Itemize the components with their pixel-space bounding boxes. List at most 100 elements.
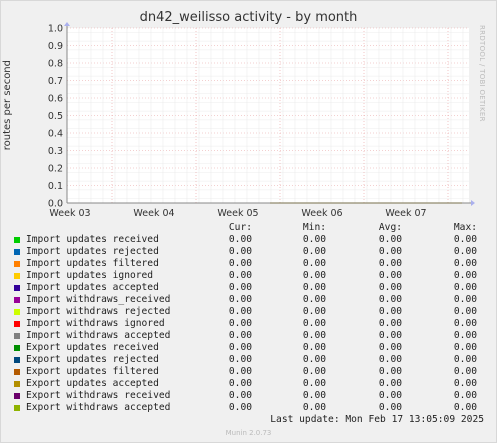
legend-swatch xyxy=(14,321,20,327)
x-tick-label: Week 06 xyxy=(301,208,342,219)
legend-value-max: 0.00 xyxy=(453,342,477,353)
legend-value-avg: 0.00 xyxy=(378,354,402,365)
y-tick-label: 0.2 xyxy=(48,164,63,175)
legend-header-avg: Avg: xyxy=(378,222,402,233)
y-axis-arrow xyxy=(64,22,70,26)
legend-series-name: Export updates received xyxy=(26,342,159,353)
munin-version: Munin 2.0.73 xyxy=(225,429,272,437)
legend-value-avg: 0.00 xyxy=(378,342,402,353)
legend-value-min: 0.00 xyxy=(302,258,326,269)
legend-value-max: 0.00 xyxy=(453,234,477,245)
legend-value-avg: 0.00 xyxy=(378,234,402,245)
legend-value-cur: 0.00 xyxy=(228,270,252,281)
legend-value-avg: 0.00 xyxy=(378,390,402,401)
legend-row: Import updates ignored 0.00 0.00 0.00 0.00 xyxy=(0,270,497,282)
legend-swatch xyxy=(14,309,20,315)
legend-header-max: Max: xyxy=(453,222,477,233)
legend-swatch xyxy=(14,381,20,387)
legend-swatch xyxy=(14,273,20,279)
legend-value-cur: 0.00 xyxy=(228,390,252,401)
legend-value-max: 0.00 xyxy=(453,402,477,413)
legend-value-cur: 0.00 xyxy=(228,342,252,353)
legend-swatch xyxy=(14,405,20,411)
legend-value-max: 0.00 xyxy=(453,270,477,281)
legend-value-max: 0.00 xyxy=(453,366,477,377)
legend-value-max: 0.00 xyxy=(453,318,477,329)
legend-value-max: 0.00 xyxy=(453,378,477,389)
legend-value-avg: 0.00 xyxy=(378,318,402,329)
legend-series-name: Import updates accepted xyxy=(26,282,159,293)
y-tick-label: 0.6 xyxy=(48,94,63,105)
legend-series-name: Import withdraws rejected xyxy=(26,306,171,317)
legend-row: Export updates accepted 0.00 0.00 0.00 0.00 xyxy=(0,378,497,390)
y-tick-label: 0.5 xyxy=(48,111,63,122)
y-tick-label: 0.1 xyxy=(48,181,63,192)
legend-value-avg: 0.00 xyxy=(378,378,402,389)
legend-value-cur: 0.00 xyxy=(228,294,252,305)
x-axis-arrow xyxy=(471,200,475,206)
legend-value-avg: 0.00 xyxy=(378,246,402,257)
legend-value-cur: 0.00 xyxy=(228,366,252,377)
legend-value-max: 0.00 xyxy=(453,294,477,305)
legend-header-cur: Cur: xyxy=(228,222,252,233)
legend-row: Import updates accepted 0.00 0.00 0.00 0.00 xyxy=(0,282,497,294)
legend-row: Export withdraws accepted 0.00 0.00 0.00 0.0… xyxy=(0,402,497,414)
legend-value-max: 0.00 xyxy=(453,354,477,365)
legend-series-name: Import updates ignored xyxy=(26,270,154,281)
legend-swatch xyxy=(14,297,20,303)
legend-row: Import updates filtered 0.00 0.00 0.00 0.00 xyxy=(0,258,497,270)
legend-row: Import withdraws ignored 0.00 0.00 0.00 0.00 xyxy=(0,318,497,330)
x-tick-label: Week 03 xyxy=(49,208,90,219)
legend-row: Export updates rejected 0.00 0.00 0.00 0.00 xyxy=(0,354,497,366)
legend-value-avg: 0.00 xyxy=(378,294,402,305)
legend-swatch xyxy=(14,369,20,375)
legend-value-avg: 0.00 xyxy=(378,402,402,413)
legend-row: Import updates rejected 0.00 0.00 0.00 0.00 xyxy=(0,246,497,258)
legend-value-min: 0.00 xyxy=(302,282,326,293)
x-tick-label: Week 04 xyxy=(133,208,174,219)
legend-series-name: Export updates filtered xyxy=(26,366,159,377)
legend-swatch xyxy=(14,345,20,351)
chart-plot: 0.00.10.20.30.40.50.60.70.80.91.0Week 03… xyxy=(48,22,475,219)
legend-swatch xyxy=(14,357,20,363)
legend-value-min: 0.00 xyxy=(302,294,326,305)
legend-value-min: 0.00 xyxy=(302,318,326,329)
x-tick-label: Week 07 xyxy=(385,208,426,219)
legend-swatch xyxy=(14,249,20,255)
legend-value-min: 0.00 xyxy=(302,234,326,245)
legend-value-min: 0.00 xyxy=(302,270,326,281)
legend-series-name: Export updates rejected xyxy=(26,354,159,365)
last-update: Last update: Mon Feb 17 13:05:09 2025 xyxy=(270,414,484,425)
legend-row: Import withdraws rejected 0.00 0.00 0.00 0.0… xyxy=(0,306,497,318)
legend-header: Cur: Min: Avg: Max: xyxy=(0,222,497,234)
legend-header-min: Min: xyxy=(302,222,326,233)
legend-value-max: 0.00 xyxy=(453,306,477,317)
y-tick-label: 1.0 xyxy=(48,24,63,35)
legend-value-avg: 0.00 xyxy=(378,270,402,281)
legend-value-max: 0.00 xyxy=(453,390,477,401)
legend-row: Import withdraws accepted 0.00 0.00 0.00 0.0… xyxy=(0,330,497,342)
legend-value-avg: 0.00 xyxy=(378,282,402,293)
legend-series-name: Import withdraws accepted xyxy=(26,330,171,341)
legend-value-cur: 0.00 xyxy=(228,282,252,293)
legend-series-name: Export withdraws received xyxy=(26,390,171,401)
legend-value-cur: 0.00 xyxy=(228,318,252,329)
legend-table: Import updates received 0.00 0.00 0.00 0.00 I… xyxy=(0,234,497,414)
legend-value-min: 0.00 xyxy=(302,330,326,341)
legend-row: Import withdraws_received 0.00 0.00 0.00 0.0… xyxy=(0,294,497,306)
legend-row: Export updates received 0.00 0.00 0.00 0.00 xyxy=(0,342,497,354)
legend-series-name: Import updates rejected xyxy=(26,246,159,257)
legend-value-cur: 0.00 xyxy=(228,378,252,389)
legend-value-min: 0.00 xyxy=(302,402,326,413)
legend-row: Export updates filtered 0.00 0.00 0.00 0.00 xyxy=(0,366,497,378)
legend-series-name: Import updates received xyxy=(26,234,159,245)
legend-value-min: 0.00 xyxy=(302,342,326,353)
legend-value-cur: 0.00 xyxy=(228,354,252,365)
legend-value-min: 0.00 xyxy=(302,378,326,389)
legend-value-max: 0.00 xyxy=(453,282,477,293)
legend-value-cur: 0.00 xyxy=(228,234,252,245)
legend-swatch xyxy=(14,261,20,267)
y-tick-label: 0.4 xyxy=(48,129,63,140)
legend-series-name: Export withdraws accepted xyxy=(26,402,171,413)
y-tick-label: 0.3 xyxy=(48,146,63,157)
